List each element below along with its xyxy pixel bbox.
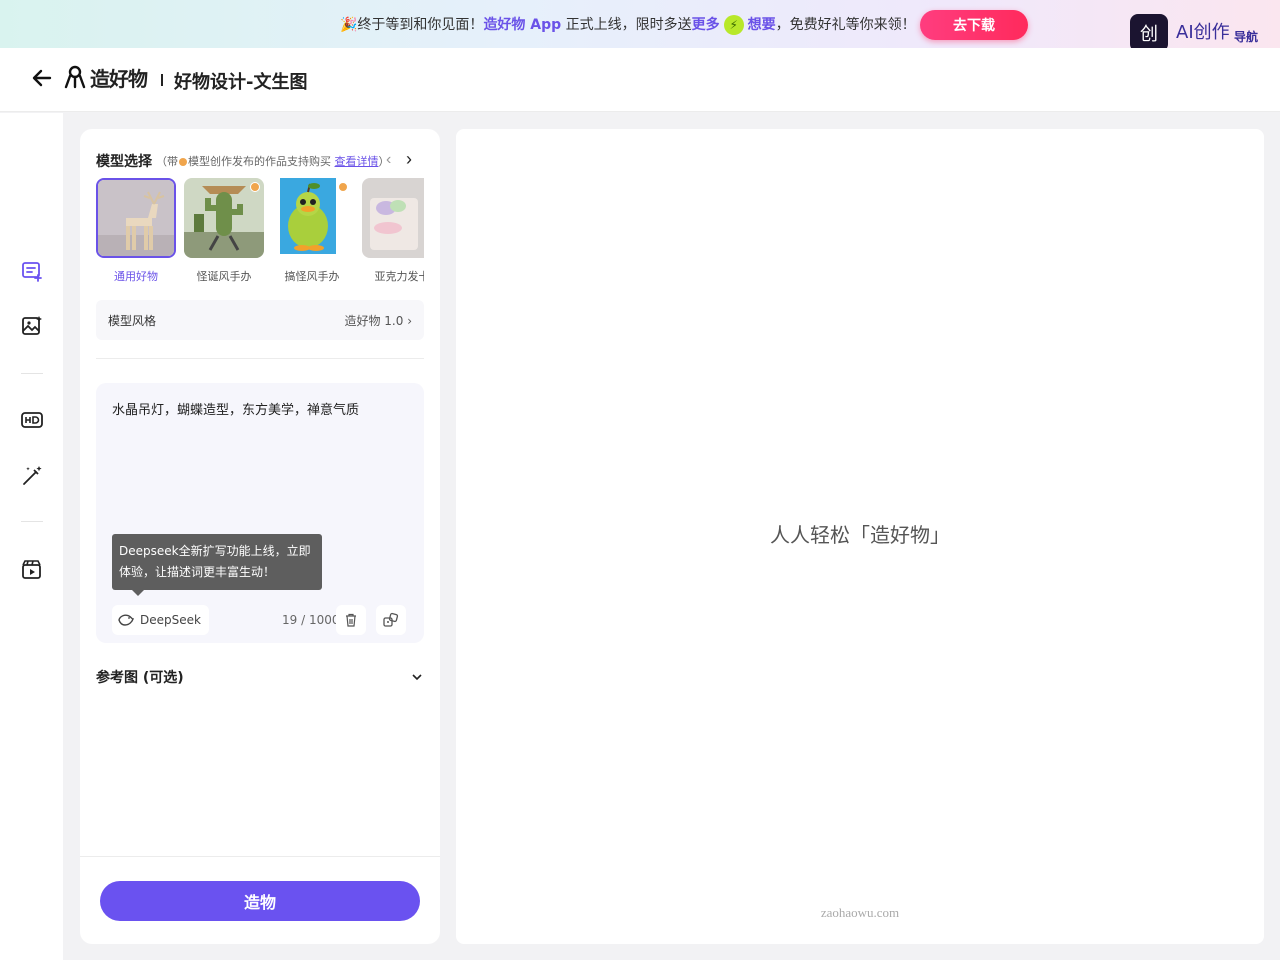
promo-banner: 🎉终于等到和你见面！造好物 App 正式上线，限时多送更多 ⚡ 想要，免费好礼等你来… bbox=[0, 0, 1280, 52]
page-title: 好物设计-文生图 bbox=[174, 72, 308, 93]
note-mid: 模型创作发布的作品支持购买 bbox=[188, 155, 335, 168]
banner-want: 想要 bbox=[747, 17, 776, 33]
deepseek-whale-icon bbox=[118, 614, 134, 626]
model-thumbnail bbox=[96, 178, 176, 258]
tool-rail bbox=[0, 113, 63, 960]
prompt-input[interactable]: 水晶吊灯，蝴蝶造型，东方美学，禅意气质 bbox=[112, 399, 408, 418]
banner-app-name: 造好物 App bbox=[483, 17, 562, 33]
model-prev-icon[interactable]: ‹ bbox=[386, 151, 391, 169]
model-card[interactable]: 亚克力发卡 bbox=[362, 178, 424, 284]
deepseek-label: DeepSeek bbox=[140, 613, 201, 627]
model-style-label: 模型风格 bbox=[108, 313, 157, 328]
purchasable-dot-icon bbox=[179, 158, 187, 166]
back-arrow-icon[interactable] bbox=[30, 66, 54, 90]
model-header: 模型选择 （带 模型创作发布的作品支持购买 查看详情） bbox=[96, 151, 390, 171]
dice-button[interactable] bbox=[376, 605, 406, 635]
model-label: 通用好物 bbox=[114, 270, 158, 283]
ai-nav-sub[interactable]: 导航 bbox=[1234, 28, 1258, 45]
note-prefix: （带 bbox=[156, 155, 178, 168]
prompt-box[interactable]: 水晶吊灯，蝴蝶造型，东方美学，禅意气质 Deepseek全新扩写功能上线，立即体… bbox=[96, 383, 424, 643]
model-card[interactable]: 搞怪风手办 bbox=[272, 178, 352, 284]
banner-text: 🎉终于等到和你见面！造好物 App 正式上线，限时多送更多 ⚡ 想要，免费好礼等你来… bbox=[340, 14, 916, 35]
deepseek-tooltip: Deepseek全新扩写功能上线，立即体验，让描述词更丰富生动！ bbox=[112, 534, 322, 596]
model-next-icon[interactable]: › bbox=[406, 149, 412, 170]
banner-more: 更多 bbox=[691, 17, 720, 33]
ai-nav-brand[interactable]: AI创作 bbox=[1176, 18, 1230, 44]
model-label: 亚克力发卡 bbox=[374, 270, 425, 283]
page-header: 造好物 好物设计-文生图 bbox=[0, 48, 1280, 112]
create-button[interactable]: 造物 bbox=[100, 881, 420, 921]
logo-mark-icon bbox=[64, 65, 86, 89]
rail-divider bbox=[21, 373, 43, 374]
model-style-row[interactable]: 模型风格 造好物 1.0 › bbox=[96, 300, 424, 340]
model-label: 搞怪风手办 bbox=[284, 270, 340, 283]
model-carousel: 通用好物 怪诞风手办 搞怪风手办 亚克力发卡 bbox=[96, 178, 424, 288]
model-style-value-wrap: 造好物 1.0 › bbox=[344, 312, 412, 329]
hd-upscale-icon[interactable] bbox=[20, 408, 44, 432]
deepseek-expand-button[interactable]: DeepSeek bbox=[112, 605, 209, 635]
download-button[interactable]: 去下载 bbox=[920, 10, 1028, 40]
model-card[interactable]: 怪诞风手办 bbox=[184, 178, 264, 284]
model-select-title: 模型选择 bbox=[96, 154, 152, 170]
char-counter: 19 / 1000 bbox=[282, 613, 340, 627]
magic-wand-icon[interactable] bbox=[20, 464, 44, 488]
banner-mid: 正式上线，限时多送 bbox=[561, 17, 692, 33]
model-thumbnail bbox=[184, 178, 264, 258]
logo-text: 造好物 bbox=[90, 66, 148, 91]
model-thumbnail bbox=[272, 178, 352, 258]
banner-prefix: 🎉终于等到和你见面！ bbox=[340, 17, 484, 33]
purchasable-badge-icon bbox=[338, 182, 348, 192]
canvas-slogan: 人人轻松「造好物」 bbox=[770, 523, 950, 547]
bolt-icon: ⚡ bbox=[723, 15, 744, 35]
settings-panel: 模型选择 （带 模型创作发布的作品支持购买 查看详情） ‹ › 通用好物 怪诞风… bbox=[80, 129, 440, 944]
view-details-link[interactable]: 查看详情 bbox=[335, 155, 379, 168]
rail-divider bbox=[21, 521, 43, 522]
dice-icon bbox=[383, 612, 399, 627]
acrylic-hairclip-image bbox=[362, 178, 424, 258]
ai-nav-logo-icon[interactable]: 创 bbox=[1130, 14, 1168, 52]
model-card[interactable]: 通用好物 bbox=[96, 178, 176, 284]
footer-divider bbox=[80, 856, 440, 857]
brand-logo[interactable]: 造好物 bbox=[64, 64, 148, 91]
purchasable-badge-icon bbox=[250, 182, 260, 192]
banner-suffix: ，免费好礼等你来领！ bbox=[775, 17, 916, 33]
chevron-right-icon: › bbox=[407, 313, 412, 328]
section-divider bbox=[96, 358, 424, 359]
trash-icon bbox=[346, 613, 356, 627]
clear-button[interactable] bbox=[336, 605, 366, 635]
model-style-value: 造好物 1.0 bbox=[344, 313, 404, 328]
chevron-down-icon bbox=[412, 674, 422, 681]
reference-label: 参考图 (可选) bbox=[96, 670, 184, 686]
video-clapper-icon[interactable] bbox=[20, 557, 44, 581]
deer-figure-image bbox=[98, 180, 174, 256]
header-divider bbox=[161, 74, 163, 86]
reference-image-toggle[interactable]: 参考图 (可选) bbox=[96, 667, 424, 687]
model-label: 怪诞风手办 bbox=[196, 270, 252, 283]
image-to-image-icon[interactable] bbox=[20, 314, 44, 338]
model-thumbnail bbox=[362, 178, 424, 258]
text-to-image-icon[interactable] bbox=[20, 259, 44, 283]
result-canvas: 人人轻松「造好物」 zaohaowu.com bbox=[456, 129, 1264, 944]
canvas-watermark: zaohaowu.com bbox=[820, 905, 900, 920]
model-note: （带 模型创作发布的作品支持购买 查看详情） bbox=[156, 153, 390, 169]
